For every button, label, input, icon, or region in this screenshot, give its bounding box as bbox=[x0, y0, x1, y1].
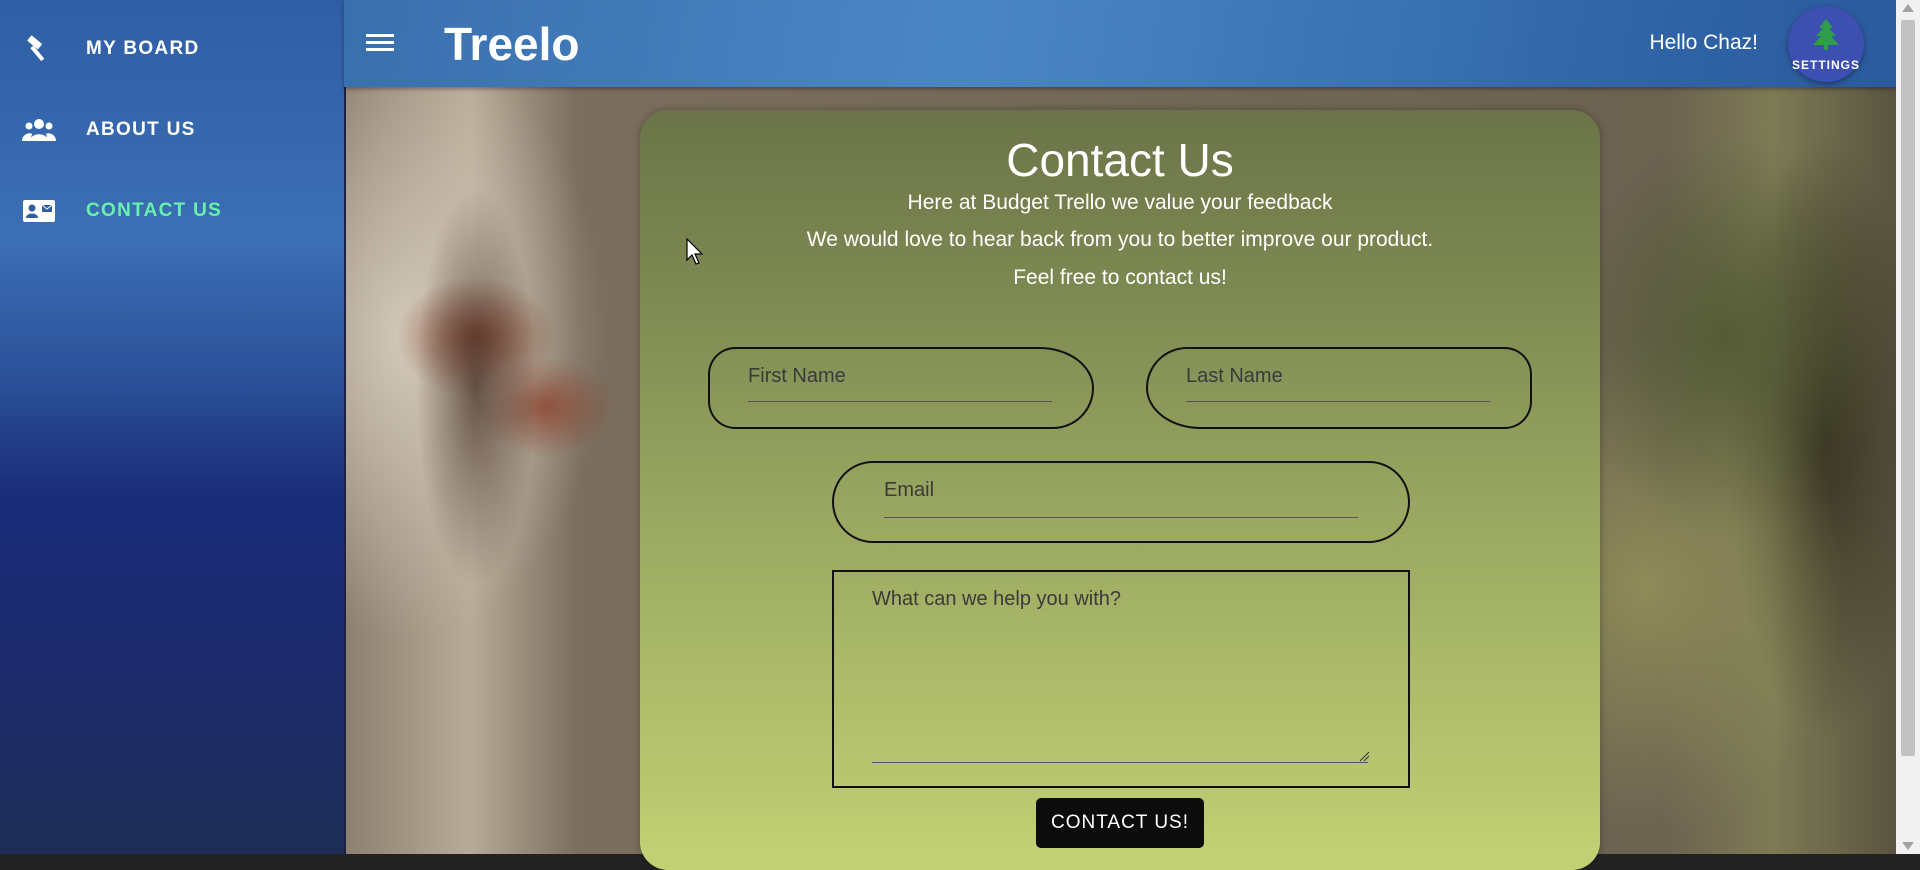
intro-line-1: Here at Budget Trello we value your feed… bbox=[907, 191, 1333, 214]
settings-button[interactable]: SETTINGS bbox=[1788, 6, 1864, 82]
resize-handle-icon[interactable] bbox=[1358, 749, 1370, 767]
contact-card-icon bbox=[22, 196, 56, 226]
hamburger-menu-icon[interactable] bbox=[366, 30, 394, 56]
app-logo: Treelo bbox=[444, 18, 580, 70]
settings-label: SETTINGS bbox=[1791, 57, 1860, 72]
email-field[interactable]: Email bbox=[832, 461, 1410, 543]
scroll-up-icon[interactable] bbox=[1902, 4, 1914, 12]
sidebar-item-label: MY BOARD bbox=[86, 38, 200, 59]
intro-line-3: Feel free to contact us! bbox=[1013, 266, 1227, 289]
contact-submit-button[interactable]: CONTACT US! bbox=[1036, 798, 1204, 848]
tree-icon bbox=[1811, 17, 1841, 56]
hammer-icon bbox=[22, 34, 56, 64]
intro-line-2: We would love to hear back from you to b… bbox=[806, 228, 1434, 251]
scrollbar-thumb[interactable] bbox=[1901, 20, 1915, 756]
sidebar-item-my-board[interactable]: MY BOARD bbox=[0, 19, 344, 79]
sidebar-item-label: CONTACT US bbox=[86, 200, 223, 221]
message-placeholder: What can we help you with? bbox=[872, 588, 1122, 610]
app-header: Treelo Hello Chaz! SETTINGS bbox=[344, 0, 1896, 87]
last-name-placeholder: Last Name bbox=[1186, 365, 1283, 387]
user-greeting: Hello Chaz! bbox=[1649, 31, 1758, 54]
sidebar: MY BOARD ABOUT US CONTACT US bbox=[0, 0, 346, 854]
page-scrollbar[interactable] bbox=[1896, 0, 1920, 854]
mouse-cursor-icon bbox=[686, 237, 706, 271]
page-title: Contact Us bbox=[1006, 134, 1234, 186]
message-textarea[interactable]: What can we help you with? bbox=[832, 570, 1410, 788]
first-name-field[interactable]: First Name bbox=[708, 347, 1094, 429]
sidebar-item-about-us[interactable]: ABOUT US bbox=[0, 100, 344, 160]
sidebar-item-contact-us[interactable]: CONTACT US bbox=[0, 181, 344, 241]
scroll-down-icon[interactable] bbox=[1902, 842, 1914, 850]
contact-card: Contact Us Here at Budget Trello we valu… bbox=[640, 110, 1600, 870]
email-placeholder: Email bbox=[884, 479, 935, 501]
sidebar-item-label: ABOUT US bbox=[86, 119, 196, 140]
last-name-field[interactable]: Last Name bbox=[1146, 347, 1532, 429]
people-icon bbox=[22, 115, 56, 145]
first-name-placeholder: First Name bbox=[748, 365, 846, 387]
